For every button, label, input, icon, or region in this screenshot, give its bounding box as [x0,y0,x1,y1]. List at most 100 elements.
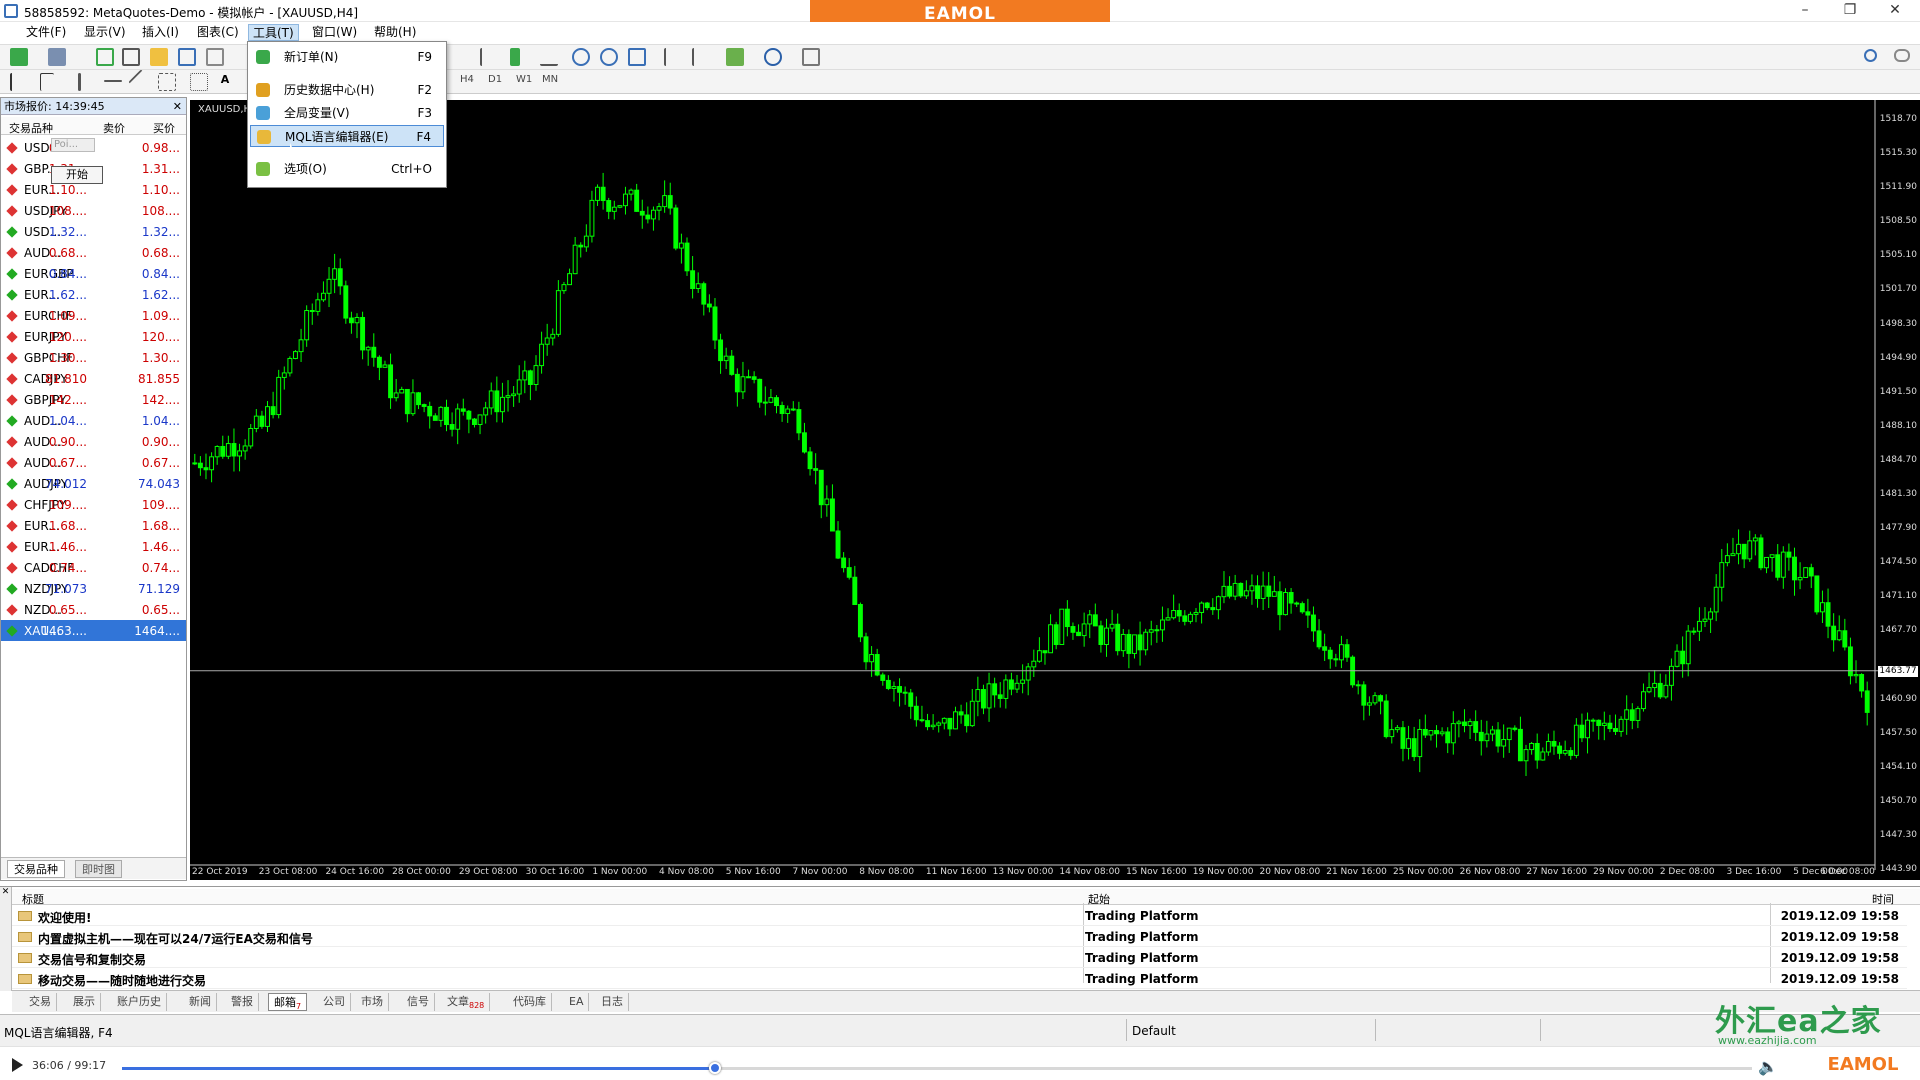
terminal-tab[interactable]: 文章828 [442,993,491,1011]
chat-icon[interactable] [1894,49,1910,62]
symbol-row[interactable]: AUD... 0.67... 0.67... [1,452,186,473]
symbol-row[interactable]: GBPCHF 1.30... 1.30... [1,347,186,368]
volume-icon[interactable]: 🔈 [1758,1057,1778,1076]
minimize-button[interactable]: – [1785,0,1825,22]
cursor-tool-icon[interactable] [10,73,24,91]
timeframe-w1[interactable]: W1 [516,74,532,85]
menu-item-options[interactable]: 选项(O) Ctrl+O [250,158,444,180]
menu-charts[interactable]: 图表(C) [193,24,243,41]
tile-windows-icon[interactable] [628,48,646,66]
column-ask[interactable]: 买价 [153,120,175,136]
terminal-tab[interactable]: 展示 [68,993,101,1011]
progress-track[interactable] [122,1062,1752,1074]
menu-insert[interactable]: 插入(I) [138,24,183,41]
terminal-tab[interactable]: EA [564,993,590,1011]
channel-icon[interactable] [158,73,176,91]
tab-symbols[interactable]: 交易品种 [7,860,65,878]
line-chart-icon[interactable] [540,48,558,66]
timeframe-mn[interactable]: MN [542,74,558,85]
menu-window[interactable]: 窗口(W) [308,24,361,41]
strategy-tester-icon[interactable] [206,48,224,66]
bar-chart-icon[interactable] [480,48,498,66]
timeframe-d1[interactable]: D1 [488,74,502,85]
zoom-in-icon[interactable] [572,48,590,66]
close-button[interactable]: ✕ [1875,0,1915,22]
start-popup-button[interactable]: 开始 [51,166,103,184]
symbol-row[interactable]: CHFJPY 109.... 109.... [1,494,186,515]
menu-item-metaeditor[interactable]: MQL语言编辑器(E) F4 [250,125,444,147]
menu-help[interactable]: 帮助(H) [370,24,420,41]
terminal-tab[interactable]: 新闻 [184,993,217,1011]
mail-row[interactable]: 内置虚拟主机——现在可以24/7运行EA交易和信号 Trading Platfor… [12,927,1907,947]
terminal-tab[interactable]: 邮箱7 [268,993,308,1011]
crosshair-icon[interactable] [40,73,54,91]
symbol-row[interactable]: EUR... 1.68... 1.68... [1,515,186,536]
symbol-row[interactable]: AUD... 1.04... 1.04... [1,410,186,431]
candlestick-icon[interactable] [510,48,520,66]
symbol-row[interactable]: EUR... 1.62... 1.62... [1,284,186,305]
fibonacci-icon[interactable] [190,73,208,91]
symbol-row[interactable]: NZDJPY 71.073 71.129 [1,578,186,599]
column-bid[interactable]: 卖价 [103,120,125,136]
menu-item-new-order[interactable]: 新订单(N) F9 [250,46,444,68]
terminal-tab[interactable]: 代码库 [508,993,552,1011]
terminal-tab[interactable]: 日志 [596,993,629,1011]
periods-icon[interactable] [764,48,782,66]
terminal-tab[interactable]: 交易 [24,993,57,1011]
profiles-icon[interactable] [48,48,66,66]
symbol-row[interactable]: EURGBP 0.84... 0.84... [1,263,186,284]
column-subject[interactable]: 标题 [22,891,44,907]
symbol-row[interactable]: NZD... 0.65... 0.65... [1,599,186,620]
timeframe-h4[interactable]: H4 [460,74,474,85]
toolbox-side-label[interactable]: ✕ [0,887,12,991]
symbol-row[interactable]: XAU... 1463.... 1464.... [1,620,186,641]
symbol-row[interactable]: AUDJPY 74.012 74.043 [1,473,186,494]
symbol-row[interactable]: AUD... 0.68... 0.68... [1,242,186,263]
symbol-row[interactable]: GBPJPY 142.... 142.... [1,389,186,410]
mail-row[interactable]: 欢迎使用! Trading Platform 2019.12.09 19:58 [12,906,1907,926]
terminal-tab[interactable]: 市场 [356,993,389,1011]
column-from[interactable]: 起始 [1088,891,1110,907]
templates-icon[interactable] [802,48,820,66]
symbol-row[interactable]: CADCHF 0.74... 0.74... [1,557,186,578]
symbol-row[interactable]: USD... 1.32... 1.32... [1,221,186,242]
symbol-row[interactable]: EURJPY 120.... 120.... [1,326,186,347]
text-tool-icon[interactable]: A [216,73,234,91]
terminal-icon[interactable] [178,48,196,66]
menu-item-history-center[interactable]: 历史数据中心(H) F2 [250,79,444,101]
play-icon[interactable] [12,1058,23,1072]
chart-shift-icon[interactable] [692,48,710,66]
vertical-line-icon[interactable] [78,73,81,91]
terminal-tab[interactable]: 账户历史 [112,993,167,1011]
auto-scroll-icon[interactable] [664,48,682,66]
progress-knob[interactable] [708,1062,721,1074]
new-chart-icon[interactable] [10,48,28,66]
price-chart[interactable]: XAUUSD,H4 1518.70 1515.30 1511.90 1508.50 15… [190,100,1920,880]
menu-file[interactable]: 文件(F) [22,24,70,41]
zoom-out-icon[interactable] [600,48,618,66]
symbol-row[interactable]: EUR... 1.46... 1.46... [1,536,186,557]
menu-tools[interactable]: 工具(T) [248,24,299,41]
column-symbol[interactable]: 交易品种 [9,120,53,136]
symbol-row[interactable]: USDJPY 108.... 108.... [1,200,186,221]
column-time[interactable]: 时间 [1872,891,1894,907]
mail-row[interactable]: 交易信号和复制交易 Trading Platform 2019.12.09 19:5… [12,948,1907,968]
search-icon[interactable] [1864,49,1877,62]
trendline-icon[interactable] [128,69,154,95]
symbol-row[interactable]: EURCHF 1.09... 1.09... [1,305,186,326]
mail-row[interactable]: 移动交易——随时随地进行交易 Trading Platform 2019.12.09… [12,969,1907,989]
menu-item-global-variables[interactable]: 全局变量(V) F3 [250,102,444,124]
terminal-tab[interactable]: 信号 [402,993,435,1011]
terminal-tab[interactable]: 警报 [226,993,259,1011]
menu-view[interactable]: 显示(V) [80,24,130,41]
navigator-icon[interactable] [150,48,168,66]
horizontal-line-icon[interactable] [104,80,122,82]
tab-tick-chart[interactable]: 即时图 [75,860,122,878]
terminal-tab[interactable]: 公司 [318,993,351,1011]
symbol-row[interactable]: AUD... 0.90... 0.90... [1,431,186,452]
market-watch-icon[interactable] [96,48,114,66]
data-window-icon[interactable] [122,48,140,66]
symbol-row[interactable]: CADJPY 81.810 81.855 [1,368,186,389]
close-icon[interactable]: ✕ [173,98,182,115]
indicators-icon[interactable] [726,48,744,66]
